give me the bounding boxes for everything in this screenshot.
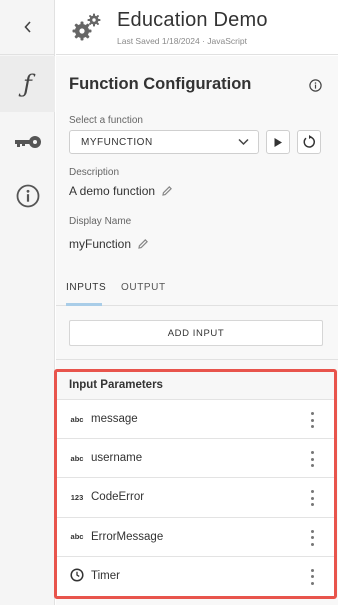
more-options-icon[interactable] bbox=[308, 568, 316, 585]
text-type-icon: abc bbox=[70, 532, 84, 542]
function-select[interactable]: MYFUNCTION bbox=[69, 130, 259, 154]
gears-icon bbox=[72, 13, 101, 41]
more-options-icon[interactable] bbox=[308, 412, 316, 428]
text-type-icon: abc bbox=[70, 414, 84, 424]
info-icon[interactable] bbox=[309, 79, 322, 92]
input-parameters-title: Input Parameters bbox=[57, 372, 334, 400]
run-button[interactable] bbox=[266, 130, 290, 154]
more-options-icon[interactable] bbox=[308, 490, 316, 507]
pencil-icon[interactable] bbox=[161, 185, 173, 197]
param-name: ErrorMessage bbox=[91, 530, 164, 543]
select-function-label: Select a function bbox=[69, 115, 143, 126]
app-header: Education Demo Last Saved 1/18/2024 · Ja… bbox=[56, 0, 338, 55]
display-name-value: myFunction bbox=[69, 237, 132, 251]
chevron-down-icon bbox=[238, 138, 249, 146]
input-parameters-box: Input Parameters abc message abc usernam… bbox=[54, 369, 337, 599]
param-row-message[interactable]: abc message bbox=[57, 400, 334, 440]
panel-title: Function Configuration bbox=[69, 75, 252, 93]
refresh-icon bbox=[303, 135, 315, 148]
param-row-errormessage[interactable]: abc ErrorMessage bbox=[57, 518, 334, 557]
app-title: Education Demo bbox=[117, 9, 268, 31]
number-type-icon: 123 bbox=[70, 492, 84, 502]
tab-inputs[interactable]: INPUTS bbox=[66, 282, 106, 293]
back-chevron-icon bbox=[23, 21, 31, 33]
reset-button[interactable] bbox=[297, 130, 321, 154]
clock-icon bbox=[69, 568, 85, 584]
rail-info-button[interactable] bbox=[0, 174, 55, 218]
play-icon bbox=[274, 137, 282, 147]
description-value: A demo function bbox=[69, 184, 156, 198]
text-type-icon: abc bbox=[70, 453, 84, 463]
description-field[interactable]: A demo function bbox=[69, 184, 173, 198]
param-name: CodeError bbox=[91, 491, 145, 504]
more-options-icon[interactable] bbox=[308, 529, 316, 546]
param-row-username[interactable]: abc username bbox=[57, 439, 334, 479]
function-icon: ƒ bbox=[23, 70, 32, 98]
rail-key-button[interactable] bbox=[0, 120, 55, 164]
divider bbox=[56, 359, 338, 360]
key-icon bbox=[14, 136, 41, 148]
function-select-value: MYFUNCTION bbox=[81, 137, 153, 148]
rail-function-button[interactable]: ƒ bbox=[0, 56, 55, 112]
left-rail: ƒ bbox=[0, 0, 55, 605]
display-name-field[interactable]: myFunction bbox=[69, 237, 149, 251]
param-name: message bbox=[91, 413, 138, 426]
description-label: Description bbox=[69, 167, 120, 178]
pencil-icon[interactable] bbox=[137, 238, 149, 250]
tab-output[interactable]: OUTPUT bbox=[121, 282, 166, 293]
info-icon bbox=[16, 184, 39, 208]
param-name: username bbox=[91, 452, 143, 465]
last-saved-text: Last Saved 1/18/2024 · JavaScript bbox=[117, 36, 247, 46]
display-name-label: Display Name bbox=[69, 216, 132, 227]
add-input-button[interactable]: ADD INPUT bbox=[69, 320, 323, 346]
param-name: Timer bbox=[91, 570, 120, 583]
config-tabs: INPUTS OUTPUT bbox=[56, 274, 338, 306]
more-options-icon[interactable] bbox=[308, 451, 316, 468]
param-row-timer[interactable]: Timer bbox=[57, 557, 334, 596]
param-row-codeerror[interactable]: 123 CodeError bbox=[57, 478, 334, 518]
active-tab-indicator bbox=[66, 303, 102, 306]
back-button[interactable] bbox=[0, 0, 55, 55]
app: ƒ Education Demo Last Saved 1/18/2024 · … bbox=[0, 0, 338, 605]
